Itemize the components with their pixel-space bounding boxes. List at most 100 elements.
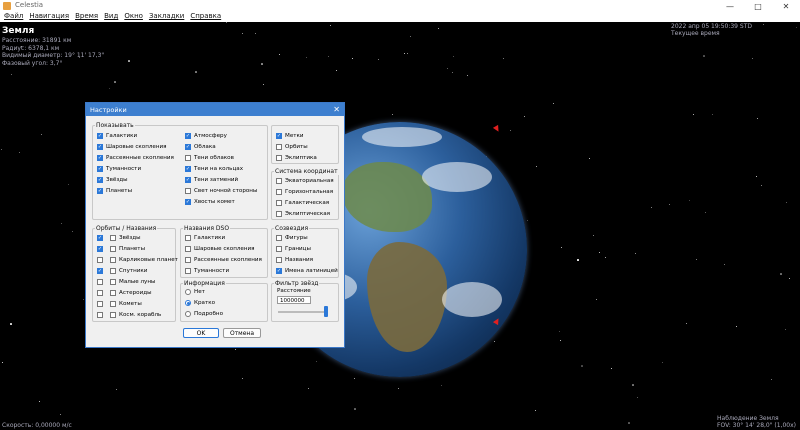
menu-time[interactable]: Время	[75, 12, 98, 22]
checkbox[interactable]: ✓	[185, 144, 191, 150]
checkbox[interactable]	[185, 235, 191, 241]
label-option[interactable]: Эклиптика	[276, 155, 317, 161]
checkbox[interactable]	[110, 279, 116, 285]
show-option[interactable]: ✓ Шаровые скопления	[97, 144, 167, 150]
checkbox[interactable]: ✓	[97, 268, 103, 274]
checkbox[interactable]	[97, 279, 103, 285]
checkbox[interactable]	[97, 312, 103, 318]
checkbox[interactable]	[110, 246, 116, 252]
name-checkbox[interactable]: Малые луны	[110, 279, 155, 285]
coordinate-option[interactable]: Экваториальная	[276, 178, 334, 184]
checkbox[interactable]: ✓	[97, 246, 103, 252]
maximize-button[interactable]: □	[744, 0, 772, 12]
name-checkbox[interactable]: Кометы	[110, 301, 142, 307]
orbit-checkbox[interactable]	[97, 301, 103, 307]
show-option[interactable]: ✓ Рассеянные скопления	[97, 155, 174, 161]
show-option[interactable]: ✓ Тени затмений	[185, 177, 238, 183]
radio-button[interactable]	[185, 311, 191, 317]
constellation-option[interactable]: Названия	[276, 257, 313, 263]
checkbox[interactable]	[276, 144, 282, 150]
info-option[interactable]: Нет	[185, 289, 205, 295]
checkbox[interactable]	[185, 246, 191, 252]
cancel-button[interactable]: Отмена	[223, 328, 261, 338]
radio-button[interactable]	[185, 289, 191, 295]
name-checkbox[interactable]: Звёзды	[110, 235, 141, 241]
checkbox[interactable]	[185, 155, 191, 161]
orbit-checkbox[interactable]	[97, 312, 103, 318]
checkbox[interactable]: ✓	[185, 199, 191, 205]
name-checkbox[interactable]: Спутники	[110, 268, 147, 274]
checkbox[interactable]: ✓	[97, 177, 103, 183]
show-option[interactable]: Свет ночной стороны	[185, 188, 257, 194]
menu-window[interactable]: Окно	[124, 12, 143, 22]
checkbox[interactable]: ✓	[97, 166, 103, 172]
checkbox[interactable]	[185, 188, 191, 194]
checkbox[interactable]	[185, 268, 191, 274]
label-option[interactable]: Орбиты	[276, 144, 308, 150]
checkbox[interactable]: ✓	[97, 155, 103, 161]
checkbox[interactable]: ✓	[97, 133, 103, 139]
checkbox[interactable]	[276, 246, 282, 252]
constellation-option[interactable]: Границы	[276, 246, 311, 252]
checkbox[interactable]: ✓	[97, 235, 103, 241]
checkbox[interactable]	[97, 257, 103, 263]
distance-input[interactable]: 1000000	[277, 296, 311, 304]
info-option[interactable]: Кратко	[185, 300, 215, 306]
name-checkbox[interactable]: Астероиды	[110, 290, 152, 296]
info-option[interactable]: Подробно	[185, 311, 223, 317]
distance-slider-thumb[interactable]	[324, 306, 328, 317]
ok-button[interactable]: OK	[183, 328, 219, 338]
coordinate-option[interactable]: Горизонтальная	[276, 189, 333, 195]
name-checkbox[interactable]: Косм. корабль	[110, 312, 161, 318]
checkbox[interactable]: ✓	[97, 188, 103, 194]
orbit-checkbox[interactable]: ✓	[97, 246, 103, 252]
checkbox[interactable]	[185, 257, 191, 263]
checkbox[interactable]	[110, 312, 116, 318]
checkbox[interactable]: ✓	[276, 268, 282, 274]
checkbox[interactable]	[276, 178, 282, 184]
constellation-option[interactable]: ✓ Имена латиницей	[276, 268, 338, 274]
dso-option[interactable]: Галактики	[185, 235, 225, 241]
menu-navigation[interactable]: Навигация	[29, 12, 69, 22]
checkbox[interactable]	[110, 235, 116, 241]
orbit-checkbox[interactable]	[97, 279, 103, 285]
menu-help[interactable]: Справка	[190, 12, 221, 22]
menu-bookmarks[interactable]: Закладки	[149, 12, 184, 22]
close-icon[interactable]: ✕	[333, 105, 340, 114]
checkbox[interactable]	[276, 189, 282, 195]
dso-option[interactable]: Рассеянные скопления	[185, 257, 262, 263]
show-option[interactable]: ✓ Облака	[185, 144, 216, 150]
orbit-checkbox[interactable]: ✓	[97, 268, 103, 274]
coordinate-option[interactable]: Галактическая	[276, 200, 329, 206]
minimize-button[interactable]: —	[716, 0, 744, 12]
checkbox[interactable]: ✓	[276, 133, 282, 139]
orbit-checkbox[interactable]	[97, 290, 103, 296]
dso-option[interactable]: Шаровые скопления	[185, 246, 255, 252]
checkbox[interactable]	[110, 257, 116, 263]
coordinate-option[interactable]: Эклиптическая	[276, 211, 330, 217]
checkbox[interactable]	[97, 290, 103, 296]
show-option[interactable]: Тени облаков	[185, 155, 234, 161]
show-option[interactable]: ✓ Хвосты комет	[185, 199, 235, 205]
show-option[interactable]: ✓ Планеты	[97, 188, 132, 194]
menu-file[interactable]: Файл	[4, 12, 23, 22]
show-option[interactable]: ✓ Галактики	[97, 133, 137, 139]
checkbox[interactable]	[276, 257, 282, 263]
checkbox[interactable]: ✓	[185, 166, 191, 172]
checkbox[interactable]	[97, 301, 103, 307]
checkbox[interactable]	[276, 155, 282, 161]
checkbox[interactable]: ✓	[185, 177, 191, 183]
show-option[interactable]: ✓ Звёзды	[97, 177, 128, 183]
show-option[interactable]: ✓ Туманности	[97, 166, 141, 172]
orbit-checkbox[interactable]: ✓	[97, 235, 103, 241]
label-option[interactable]: ✓ Метки	[276, 133, 304, 139]
name-checkbox[interactable]: Карликовые планет	[110, 257, 178, 263]
close-window-button[interactable]: ✕	[772, 0, 800, 12]
show-option[interactable]: ✓ Тени на кольцах	[185, 166, 243, 172]
checkbox[interactable]	[110, 268, 116, 274]
orbit-checkbox[interactable]	[97, 257, 103, 263]
checkbox[interactable]	[110, 301, 116, 307]
dso-option[interactable]: Туманности	[185, 268, 229, 274]
radio-button[interactable]	[185, 300, 191, 306]
checkbox[interactable]: ✓	[97, 144, 103, 150]
